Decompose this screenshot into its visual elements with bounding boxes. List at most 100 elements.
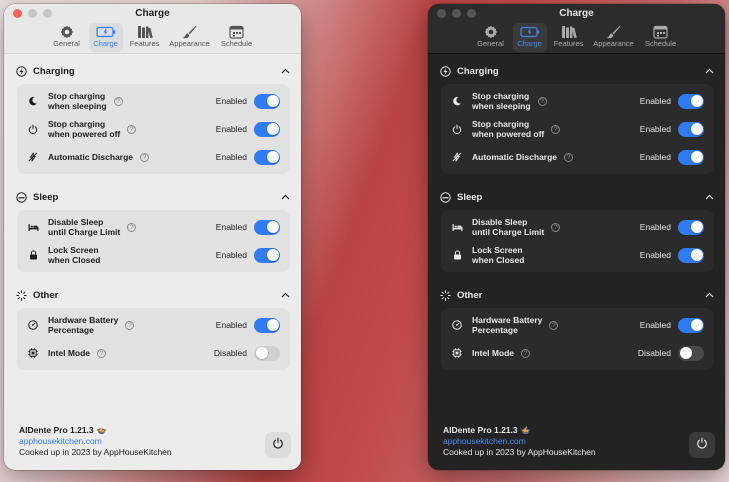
discharge-icon — [27, 151, 39, 163]
help-icon[interactable]: ? — [521, 348, 531, 358]
window-title: Charge — [559, 8, 594, 19]
tab-schedule[interactable]: Schedule — [642, 23, 680, 52]
help-icon[interactable]: ? — [140, 152, 150, 162]
setting-label: Hardware Battery Percentage — [48, 314, 119, 336]
hardware-battery-percentage-toggle[interactable] — [254, 317, 280, 333]
gauge-icon — [451, 319, 463, 331]
setting-label: Disable Sleep until Charge Limit — [472, 216, 545, 238]
lock-screen-toggle[interactable] — [678, 247, 704, 263]
chevron-up-icon[interactable] — [703, 191, 715, 203]
chevron-up-icon[interactable] — [279, 289, 291, 301]
automatic-discharge-toggle[interactable] — [254, 149, 280, 165]
tab-features[interactable]: Features — [128, 23, 162, 52]
paintbrush-icon — [182, 25, 197, 39]
tab-label: Schedule — [220, 39, 253, 48]
tab-charge[interactable]: Charge — [88, 23, 123, 52]
intel-mode-toggle[interactable] — [254, 345, 280, 361]
pot-icon: 🍲 — [520, 426, 531, 435]
setting-label: Intel Mode — [472, 347, 515, 358]
tab-charge[interactable]: Charge — [512, 23, 547, 52]
setting-row-disable-sleep: Disable Sleep until Charge Limit ? Enable… — [27, 213, 280, 241]
status-text: Enabled — [639, 222, 671, 232]
settings-content: Charging Stop charging when sleeping ? En… — [4, 58, 301, 370]
setting-row-stop-charging-sleeping: Stop charging when sleeping ? Enabled — [27, 87, 280, 115]
toolbar-tabs: General Charge Features Appearance Sched… — [428, 23, 725, 52]
chevron-up-icon[interactable] — [279, 65, 291, 77]
chevron-up-icon[interactable] — [703, 289, 715, 301]
pot-icon: 🍲 — [96, 426, 107, 435]
help-icon[interactable]: ? — [537, 96, 547, 106]
titlebar: Charge General Charge Features Appearanc… — [428, 4, 725, 54]
setting-label: Stop charging when powered off — [472, 118, 545, 140]
setting-label: Automatic Discharge — [48, 151, 134, 162]
section-title: Sleep — [457, 191, 483, 203]
setting-row-hardware-battery-percentage: Hardware Battery Percentage ? Enabled — [27, 311, 280, 339]
section-header-other: Other — [13, 282, 292, 308]
stop-charging-sleeping-toggle[interactable] — [678, 93, 704, 109]
section-title: Charging — [33, 65, 75, 77]
website-link[interactable]: apphousekitchen.com — [443, 436, 596, 447]
stop-charging-sleeping-toggle[interactable] — [254, 93, 280, 109]
help-icon[interactable]: ? — [549, 320, 559, 330]
charging-card: Stop charging when sleeping ? Enabled Sto… — [17, 84, 290, 174]
gauge-icon — [27, 319, 39, 331]
toolbar-tabs: General Charge Features Appearance Sched… — [4, 23, 301, 52]
setting-row-automatic-discharge: Automatic Discharge ? Enabled — [451, 143, 704, 171]
settings-window-light: Charge General Charge Features Appearanc… — [4, 4, 301, 470]
help-icon[interactable]: ? — [127, 124, 137, 134]
setting-label: Intel Mode — [48, 347, 91, 358]
lock-icon — [451, 249, 463, 261]
website-link[interactable]: apphousekitchen.com — [19, 436, 172, 447]
help-icon[interactable]: ? — [127, 222, 137, 232]
chevron-up-icon[interactable] — [703, 65, 715, 77]
tab-general[interactable]: General — [50, 23, 84, 52]
tab-features[interactable]: Features — [552, 23, 586, 52]
section-header-charging: Charging — [13, 58, 292, 84]
help-icon[interactable]: ? — [551, 124, 561, 134]
status-text: Disabled — [213, 348, 247, 358]
setting-label: Lock Screen when Closed — [48, 244, 101, 266]
help-icon[interactable]: ? — [551, 222, 561, 232]
other-card: Hardware Battery Percentage ? Enabled Int… — [441, 308, 714, 370]
settings-content: Charging Stop charging when sleeping ? En… — [428, 58, 725, 370]
help-icon[interactable]: ? — [564, 152, 574, 162]
status-text: Enabled — [215, 124, 247, 134]
intel-mode-toggle[interactable] — [678, 345, 704, 361]
tab-appearance[interactable]: Appearance — [591, 23, 637, 52]
help-icon[interactable]: ? — [97, 348, 107, 358]
setting-row-disable-sleep: Disable Sleep until Charge Limit ? Enable… — [451, 213, 704, 241]
footer: AlDente Pro 1.21.3 🍲 apphousekitchen.com … — [19, 425, 172, 458]
gear-icon — [484, 25, 498, 39]
setting-label: Disable Sleep until Charge Limit — [48, 216, 121, 238]
setting-label: Hardware Battery Percentage — [472, 314, 543, 336]
cpu-icon — [451, 347, 463, 359]
setting-row-stop-charging-powered-off: Stop charging when powered off ? Enabled — [27, 115, 280, 143]
automatic-discharge-toggle[interactable] — [678, 149, 704, 165]
charging-card: Stop charging when sleeping ? Enabled Sto… — [441, 84, 714, 174]
charging-bolt-icon — [439, 65, 452, 78]
help-icon[interactable]: ? — [125, 320, 135, 330]
quit-button[interactable] — [265, 432, 291, 458]
settings-window-dark: Charge General Charge Features Appearanc… — [428, 4, 725, 470]
status-text: Enabled — [215, 152, 247, 162]
chevron-up-icon[interactable] — [279, 191, 291, 203]
disable-sleep-toggle[interactable] — [254, 219, 280, 235]
tab-appearance[interactable]: Appearance — [167, 23, 213, 52]
tab-label: Charge — [93, 39, 118, 48]
section-header-sleep: Sleep — [437, 184, 716, 210]
lock-screen-toggle[interactable] — [254, 247, 280, 263]
power-icon — [696, 436, 708, 454]
help-icon[interactable]: ? — [113, 96, 123, 106]
disable-sleep-toggle[interactable] — [678, 219, 704, 235]
credit-text: Cooked up in 2023 by AppHouseKitchen — [19, 447, 172, 457]
tab-label: General — [477, 39, 504, 48]
hardware-battery-percentage-toggle[interactable] — [678, 317, 704, 333]
stop-charging-powered-off-toggle[interactable] — [678, 121, 704, 137]
books-icon — [137, 25, 153, 39]
tab-schedule[interactable]: Schedule — [218, 23, 256, 52]
stop-charging-powered-off-toggle[interactable] — [254, 121, 280, 137]
paintbrush-icon — [606, 25, 621, 39]
tab-general[interactable]: General — [474, 23, 508, 52]
status-text: Enabled — [639, 96, 671, 106]
quit-button[interactable] — [689, 432, 715, 458]
